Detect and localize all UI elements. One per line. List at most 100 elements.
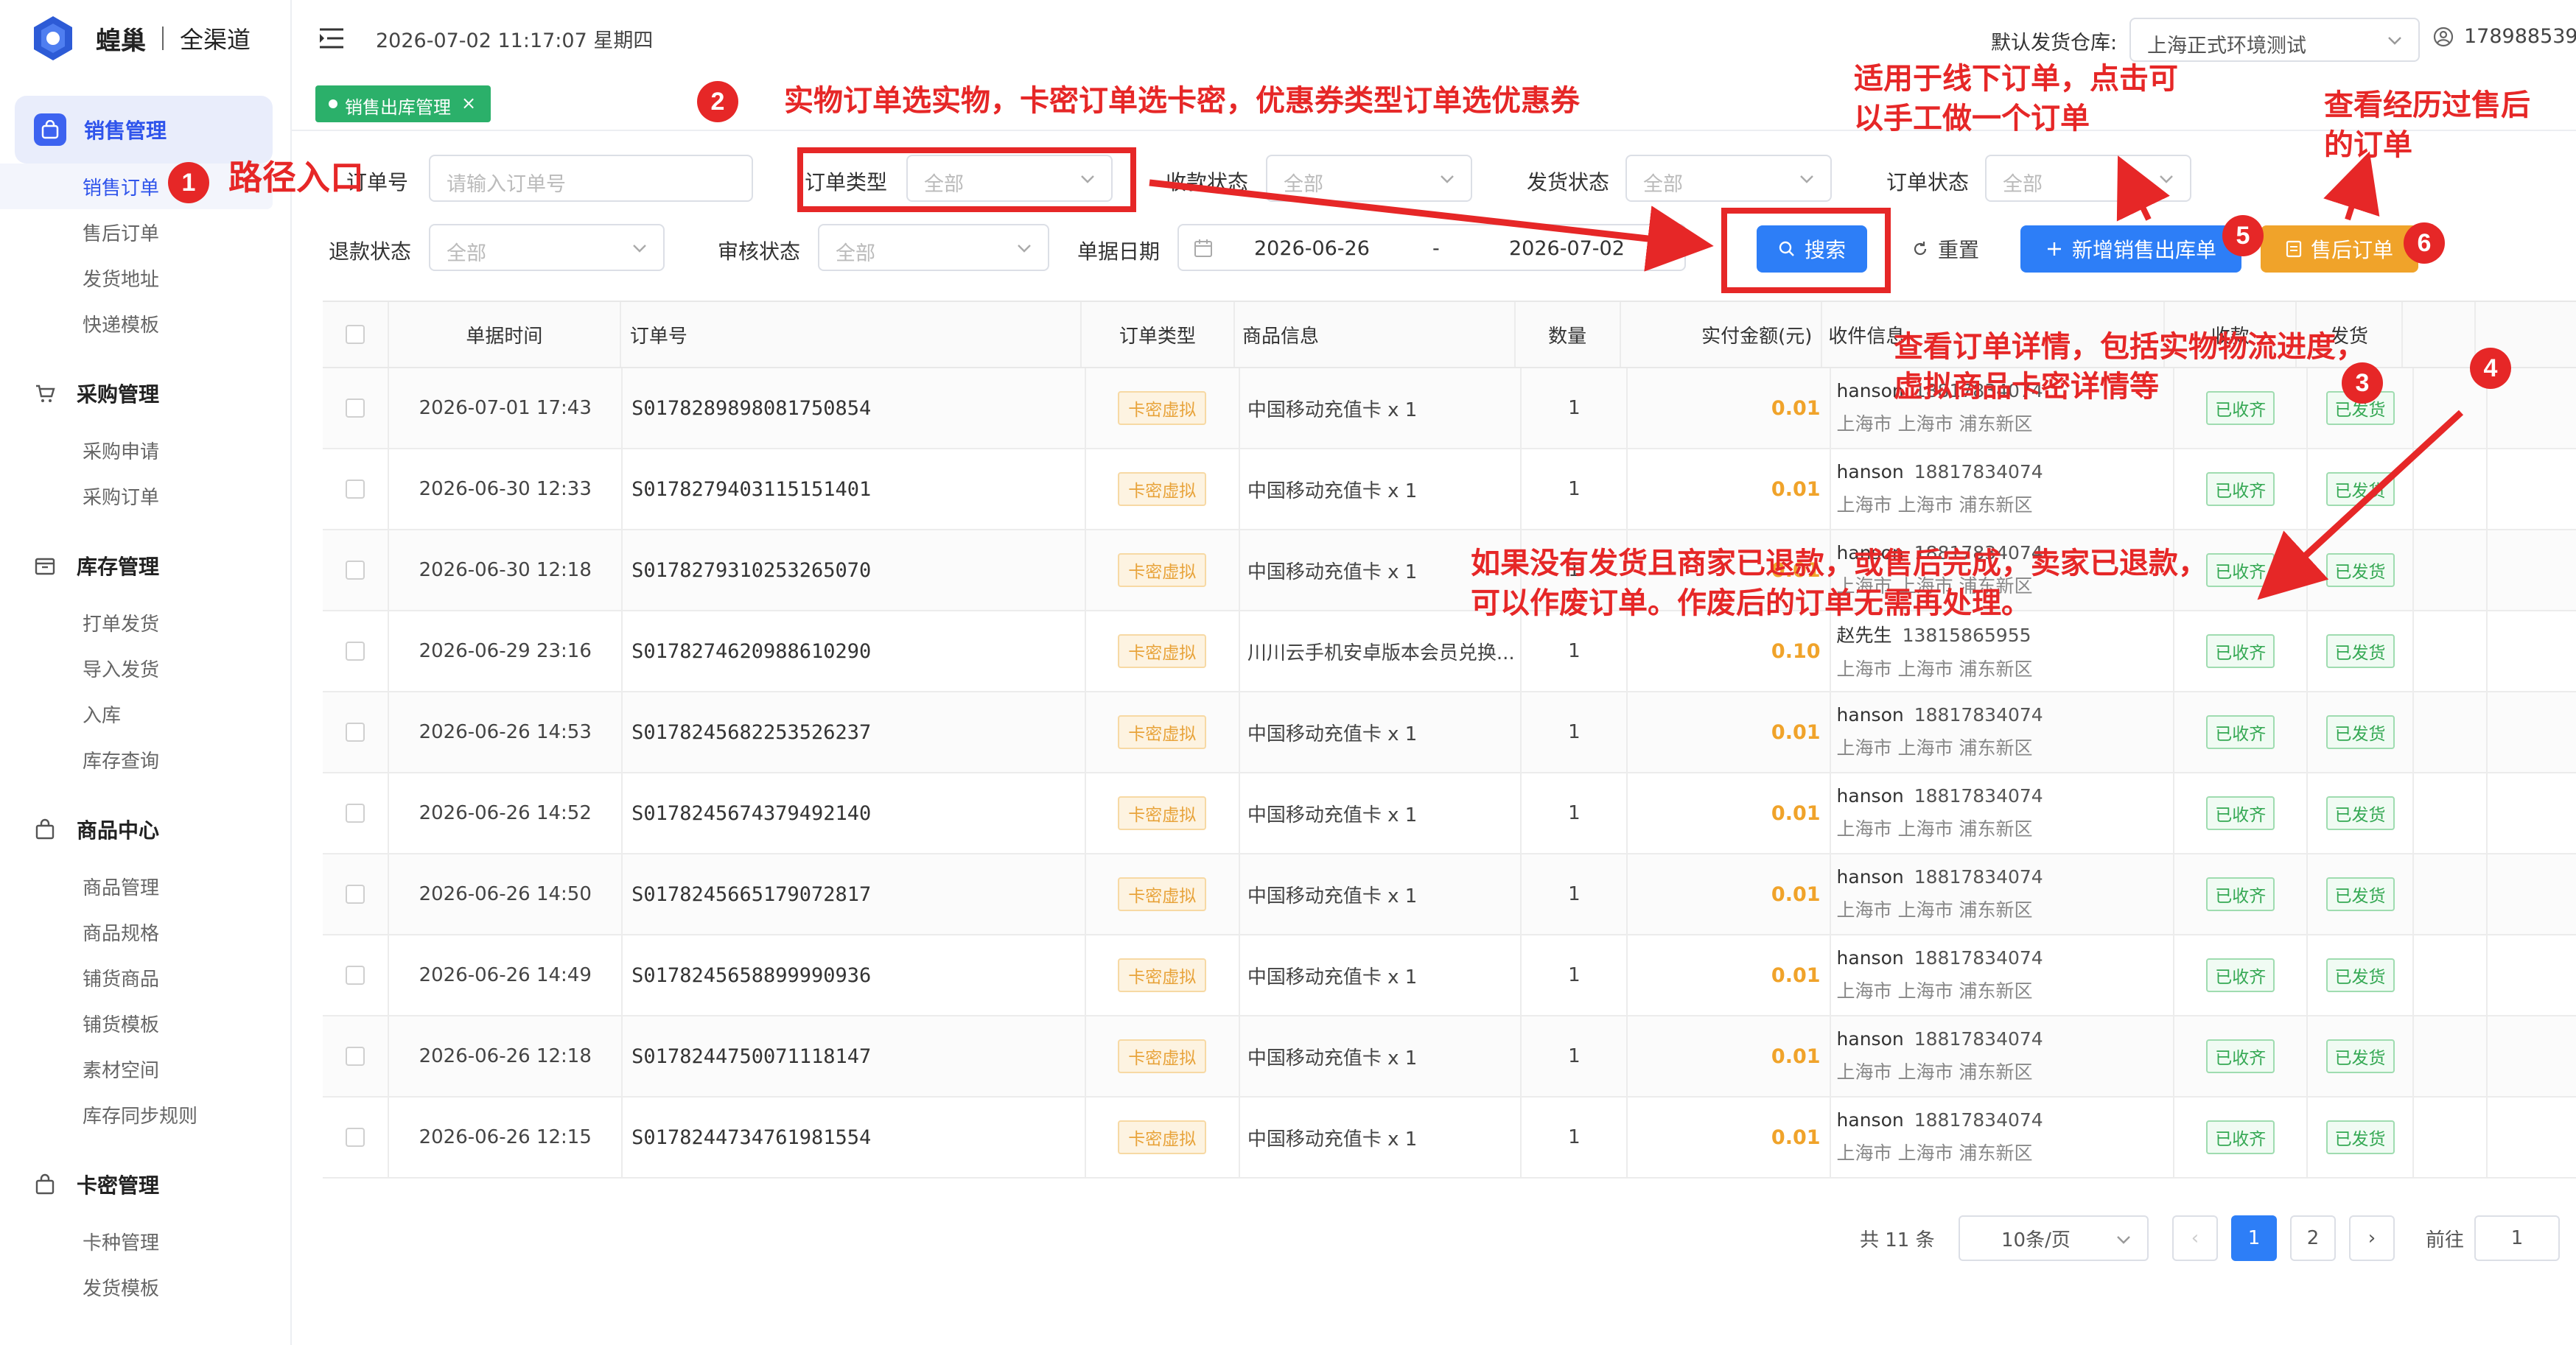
sidebar-item-purchase[interactable]: 采购管理 bbox=[0, 359, 290, 427]
row-checkbox[interactable] bbox=[346, 642, 365, 661]
date-range-picker[interactable]: 2026-06-26 - 2026-07-02 bbox=[1177, 224, 1686, 271]
pay-status-tag: 已收齐 bbox=[2206, 472, 2275, 506]
sidebar-item-print-ship[interactable]: 打单发货 bbox=[0, 600, 290, 645]
row-checkbox[interactable] bbox=[346, 1128, 365, 1147]
sidebar-item-stock-query[interactable]: 库存查询 bbox=[0, 737, 290, 782]
order-no-input[interactable]: 请输入订单号 bbox=[429, 155, 753, 202]
ship-status-tag: 已发货 bbox=[2325, 553, 2395, 587]
row-order-type-cell: 卡密虚拟 bbox=[1086, 449, 1240, 529]
page-size-value: 10条/页 bbox=[2001, 1229, 2071, 1251]
receiver-phone: 18817834074 bbox=[1914, 866, 2043, 888]
row-time: 2026-06-29 23:16 bbox=[389, 611, 623, 691]
sidebar-item-card-type[interactable]: 卡种管理 bbox=[0, 1218, 290, 1264]
audit-status-select[interactable]: 全部 bbox=[818, 224, 1049, 271]
page-size-select[interactable]: 10条/页 bbox=[1959, 1215, 2149, 1261]
sidebar-item-ship-template[interactable]: 发货模板 bbox=[0, 1264, 290, 1310]
new-sales-out-label: 新增销售出库单 bbox=[2071, 238, 2216, 262]
row-checkbox[interactable] bbox=[346, 561, 365, 580]
sidebar-item-after-sale-orders[interactable]: 售后订单 bbox=[0, 209, 290, 255]
tab-sales-out[interactable]: 销售出库管理 × bbox=[315, 85, 491, 122]
sidebar-item-goods-spec[interactable]: 商品规格 bbox=[0, 909, 290, 955]
row-checkbox[interactable] bbox=[346, 398, 365, 418]
row-ship-cell: 已发货 bbox=[2308, 449, 2415, 529]
reset-button[interactable]: 重置 bbox=[1894, 225, 1997, 273]
row-pay-cell: 已收齐 bbox=[2174, 1016, 2309, 1096]
row-actions: 详情 作废 bbox=[2488, 854, 2576, 934]
sidebar-item-ship-address[interactable]: 发货地址 bbox=[0, 255, 290, 301]
sidebar-item-material-space[interactable]: 素材空间 bbox=[0, 1046, 290, 1092]
header-goods: 商品信息 bbox=[1235, 302, 1516, 367]
page-2-button[interactable]: 2 bbox=[2290, 1215, 2336, 1261]
row-time: 2026-06-26 12:18 bbox=[389, 1016, 623, 1096]
new-sales-out-button[interactable]: 新增销售出库单 bbox=[2020, 225, 2241, 273]
goto-page-input[interactable]: 1 bbox=[2474, 1215, 2560, 1261]
row-qty: 1 bbox=[1522, 773, 1628, 853]
annotation-text-5: 适用于线下订单，点击可以手工做一个订单 bbox=[1854, 62, 2178, 136]
sidebar-item-sales[interactable]: 销售管理 bbox=[15, 96, 273, 164]
sidebar-item-stock-in[interactable]: 入库 bbox=[0, 691, 290, 737]
user-account[interactable]: 1789885393 bbox=[2433, 25, 2576, 48]
warehouse-label: 默认发货仓库: bbox=[1991, 32, 2118, 55]
sidebar-item-purchase-request[interactable]: 采购申请 bbox=[0, 427, 290, 473]
next-page-button[interactable]: › bbox=[2349, 1215, 2395, 1261]
row-amount-cell: 0.10 bbox=[1628, 611, 1831, 691]
sidebar-item-goods-center[interactable]: 商品中心 bbox=[0, 796, 290, 863]
row-qty: 1 bbox=[1522, 935, 1628, 1015]
chevron-down-icon bbox=[2117, 1236, 2130, 1244]
row-goods: 川川云手机安卓版本会员兑换... bbox=[1240, 611, 1522, 691]
refund-status-select[interactable]: 全部 bbox=[429, 224, 665, 271]
warehouse-select[interactable]: 上海正式环境测试 bbox=[2129, 18, 2420, 62]
row-goods: 中国移动充值卡 x 1 bbox=[1240, 449, 1522, 529]
row-checkbox[interactable] bbox=[346, 1047, 365, 1066]
sidebar: 蝗巢 全渠道 销售管理 销售订单 售后订单 发货地址 快递模板 采购管理 采购申… bbox=[0, 0, 292, 1345]
menu-group-purchase: 采购管理 采购申请 采购订单 bbox=[0, 359, 290, 519]
row-ship-cell: 已发货 bbox=[2308, 854, 2415, 934]
ship-status-select[interactable]: 全部 bbox=[1625, 155, 1832, 202]
pay-status-select[interactable]: 全部 bbox=[1266, 155, 1472, 202]
row-order-type-cell: 卡密虚拟 bbox=[1086, 611, 1240, 691]
sidebar-item-inventory[interactable]: 库存管理 bbox=[0, 532, 290, 600]
receiver-address: 上海市 上海市 浦东新区 bbox=[1836, 980, 2033, 1002]
sidebar-item-card-manage[interactable]: 卡密管理 bbox=[0, 1151, 290, 1218]
row-spacer bbox=[2414, 773, 2488, 853]
sidebar-item-express-template[interactable]: 快递模板 bbox=[0, 301, 290, 346]
receiver-address: 上海市 上海市 浦东新区 bbox=[1836, 1142, 2033, 1164]
brand-sub: 全渠道 bbox=[180, 26, 251, 54]
sidebar-item-purchase-order[interactable]: 采购订单 bbox=[0, 473, 290, 519]
row-spacer bbox=[2414, 854, 2488, 934]
date-end[interactable]: 2026-07-02 bbox=[1509, 237, 1625, 260]
menu-fold-icon[interactable] bbox=[318, 27, 348, 50]
table-body: 2026-07-01 17:43 S0178289898081750854 卡密… bbox=[323, 368, 2576, 1179]
sidebar-item-distribution-template[interactable]: 铺货模板 bbox=[0, 1000, 290, 1046]
order-type-tag: 卡密虚拟 bbox=[1118, 553, 1207, 587]
row-select-cell bbox=[323, 692, 390, 772]
row-checkbox[interactable] bbox=[346, 804, 365, 823]
row-amount-cell: 0.01 bbox=[1628, 773, 1831, 853]
sidebar-item-goods-manage[interactable]: 商品管理 bbox=[0, 863, 290, 909]
prev-page-button[interactable]: ‹ bbox=[2172, 1215, 2218, 1261]
order-status-value: 全部 bbox=[2003, 173, 2043, 196]
row-goods: 中国移动充值卡 x 1 bbox=[1240, 935, 1522, 1015]
page-1-button[interactable]: 1 bbox=[2231, 1215, 2277, 1261]
sidebar-item-stock-sync-rules[interactable]: 库存同步规则 bbox=[0, 1092, 290, 1137]
row-time: 2026-06-26 14:53 bbox=[389, 692, 623, 772]
sidebar-item-import-ship[interactable]: 导入发货 bbox=[0, 645, 290, 691]
close-icon[interactable]: × bbox=[461, 93, 476, 113]
date-start[interactable]: 2026-06-26 bbox=[1254, 237, 1370, 260]
row-checkbox[interactable] bbox=[346, 885, 365, 904]
receiver-phone: 18817834074 bbox=[1914, 1028, 2043, 1050]
row-time: 2026-06-26 14:49 bbox=[389, 935, 623, 1015]
select-all-checkbox[interactable] bbox=[345, 325, 365, 344]
receiver-address: 上海市 上海市 浦东新区 bbox=[1836, 1061, 2033, 1083]
row-checkbox[interactable] bbox=[346, 966, 365, 985]
receiver-name: hanson bbox=[1836, 461, 1904, 482]
order-status-select[interactable]: 全部 bbox=[1985, 155, 2191, 202]
chevron-down-icon bbox=[633, 245, 646, 253]
sidebar-item-distribution-goods[interactable]: 铺货商品 bbox=[0, 955, 290, 1000]
bag-icon bbox=[34, 113, 66, 146]
row-checkbox[interactable] bbox=[346, 480, 365, 499]
row-checkbox[interactable] bbox=[346, 723, 365, 742]
after-sale-orders-button[interactable]: 售后订单 bbox=[2261, 225, 2418, 273]
ship-status-tag: 已发货 bbox=[2325, 877, 2395, 911]
receiver-line: hanson 18817834074 bbox=[1837, 866, 2043, 888]
